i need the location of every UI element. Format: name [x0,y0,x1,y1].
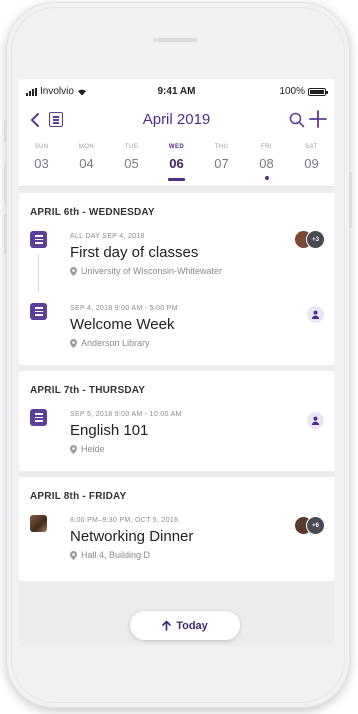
event-location-text: Heide [81,444,105,454]
location-pin-icon [70,550,77,560]
selected-day-indicator [168,178,185,181]
attendee-count-badge: +3 [306,230,325,249]
event-row-english-101[interactable]: SEP 5, 2018 9:00 AM - 10:00 AM English 1… [19,409,334,465]
today-button-label: Today [176,619,208,632]
arrow-up-icon [162,620,172,631]
day-number: 09 [304,156,319,171]
event-row-welcome-week[interactable]: SEP 4, 2018 9:00 AM - 5:00 PM Welcome We… [19,303,334,359]
event-list-icon [30,303,47,320]
section-date-heading: APRIL 6th - WEDNESDAY [30,207,155,218]
location-pin-icon [70,444,77,454]
day-of-week-label: THU [214,144,229,150]
event-location-text: Hall 4, Building D [81,550,151,560]
battery-info: 100% [279,86,328,97]
day-of-week-label: TUE [124,144,139,150]
battery-percent: 100% [279,86,305,97]
day-section-april-6: APRIL 6th - WEDNESDAY ALL DAY SEP 4, 201… [19,193,334,365]
attendee-person-icon[interactable] [307,306,324,323]
attendee-avatars[interactable]: +3 [294,230,325,249]
day-number: 05 [124,156,139,171]
power-button [349,172,352,228]
day-of-week-label: FRI [261,144,272,150]
day-number: 03 [34,156,49,171]
day-number: 08 [259,156,274,171]
month-title[interactable]: April 2019 [19,111,334,128]
attendee-avatars[interactable]: +6 [294,516,325,535]
event-list-icon [30,409,47,426]
day-sun[interactable]: SUN 03 [19,143,64,183]
event-row-first-day-of-classes[interactable]: ALL DAY SEP 4, 2018 First day of classes… [19,230,334,292]
day-of-week-label: SUN [34,144,49,150]
volume-up-button [4,164,7,204]
event-location: Hall 4, Building D [70,550,150,560]
event-time: SEP 4, 2018 9:00 AM - 5:00 PM [70,305,178,312]
day-sat[interactable]: SAT 09 [289,143,334,183]
day-section-april-8: APRIL 8th - FRIDAY 8:00 PM–9:30 PM, OCT … [19,477,334,581]
event-row-networking-dinner[interactable]: 8:00 PM–9:30 PM, OCT 5, 2018 Networking … [19,515,334,571]
calendar-header: April 2019 SUN 03 MON 04 TUE 05 WED 06 T… [19,103,334,187]
event-time: SEP 5, 2018 9:00 AM - 10:00 AM [70,411,182,418]
day-mon[interactable]: MON 04 [64,143,109,183]
status-bar: Involvio 9:41 AM 100% [19,79,334,103]
section-date-heading: APRIL 8th - FRIDAY [30,491,127,502]
speaker-grille [153,38,197,42]
event-list-icon [30,231,47,248]
volume-down-button [4,214,7,254]
day-number: 07 [214,156,229,171]
event-location: University of Wisconsin-Whitewater [70,266,222,276]
battery-icon [308,87,328,96]
attendee-count-badge: +6 [306,516,325,535]
event-location: Anderson Library [70,338,150,348]
today-button[interactable]: Today [130,611,240,640]
search-icon[interactable] [288,111,306,129]
week-strip: SUN 03 MON 04 TUE 05 WED 06 THU 07 FRI 0… [19,143,334,183]
event-time: ALL DAY SEP 4, 2018 [70,233,145,240]
day-of-week-label: WED [168,144,185,150]
day-wed-selected[interactable]: WED 06 [154,143,199,183]
event-time: 8:00 PM–9:30 PM, OCT 5, 2018 [70,517,179,524]
day-fri[interactable]: FRI 08 [244,143,289,183]
add-event-plus-icon[interactable] [308,107,328,131]
mute-switch [4,120,7,142]
day-of-week-label: SAT [305,144,318,150]
day-number: 04 [79,156,94,171]
event-title: First day of classes [70,244,199,261]
day-thu[interactable]: THU 07 [199,143,244,183]
event-location-text: University of Wisconsin-Whitewater [81,266,223,276]
timeline-connector [38,254,39,292]
event-dot-indicator [264,176,269,180]
day-of-week-label: MON [78,144,95,150]
day-tue[interactable]: TUE 05 [109,143,154,183]
event-photo-thumbnail [30,515,47,532]
attendee-person-icon[interactable] [307,412,324,429]
event-title: Networking Dinner [70,528,194,545]
section-date-heading: APRIL 7th - THURSDAY [30,385,146,396]
event-location: Heide [70,444,105,454]
day-section-april-7: APRIL 7th - THURSDAY SEP 5, 2018 9:00 AM… [19,371,334,471]
location-pin-icon [70,266,77,276]
event-title: Welcome Week [70,316,175,333]
day-number: 06 [169,156,184,171]
app-screen: Involvio 9:41 AM 100% April 2019 SUN 03 [19,79,334,646]
location-pin-icon [70,338,77,348]
event-title: English 101 [70,422,149,439]
event-location-text: Anderson Library [81,338,150,348]
